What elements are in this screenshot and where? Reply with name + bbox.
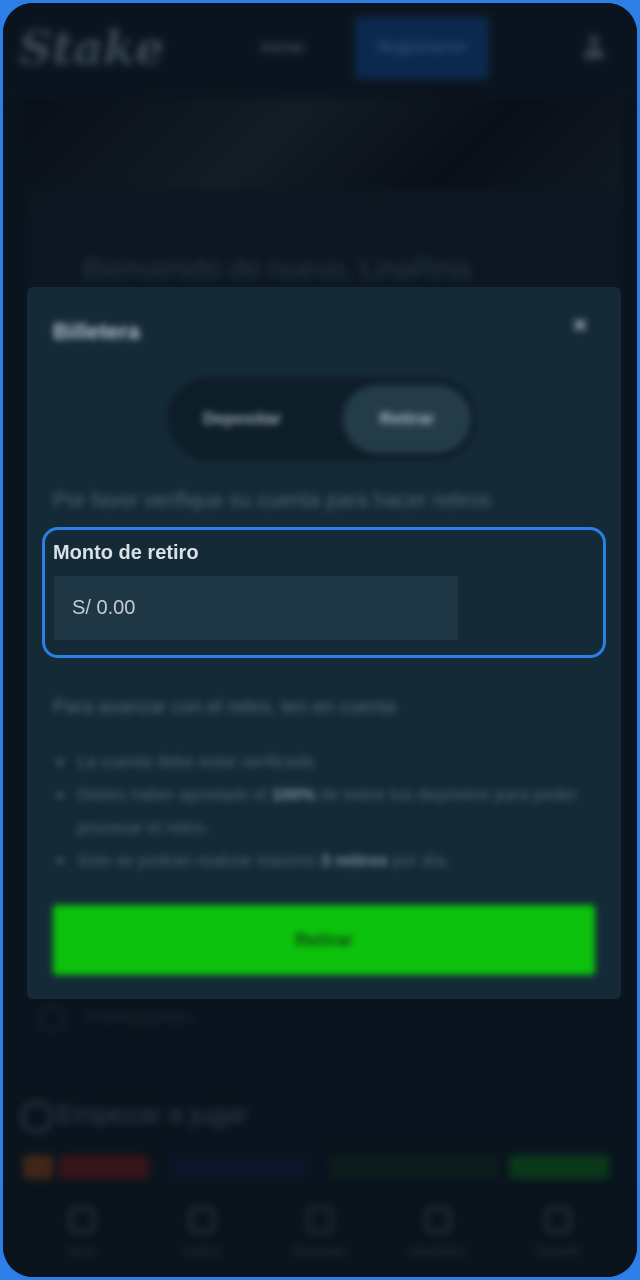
- note-item: Solo se podrán realizar máximo 3 retiros…: [53, 844, 583, 877]
- withdraw-notes: La cuenta debe estar verificada Debes ha…: [53, 745, 583, 877]
- amount-label: Monto de retiro: [53, 542, 199, 564]
- notes-intro: Para avanzar con el retiro, ten en cuent…: [53, 697, 397, 718]
- amount-input[interactable]: [54, 576, 458, 640]
- modal-title: Billetera: [53, 319, 140, 344]
- withdraw-submit-button[interactable]: Retirar: [53, 905, 595, 975]
- note-item: La cuenta debe estar verificada: [53, 745, 583, 778]
- tab-withdraw[interactable]: Retirar: [343, 385, 471, 453]
- close-icon[interactable]: ×: [573, 314, 591, 338]
- withdraw-amount-field: Monto de retiro: [42, 527, 606, 658]
- phone-screen: Stake Iniciar Registrarse Bienvenido de …: [3, 3, 637, 1277]
- wallet-tabs: Depositar Retirar: [167, 377, 477, 461]
- tab-deposit[interactable]: Depositar: [203, 409, 281, 429]
- note-item: Debes haber apostado el 100% de todos tu…: [53, 778, 583, 844]
- verify-notice: Por favor verifique su cuenta para hacer…: [53, 489, 491, 512]
